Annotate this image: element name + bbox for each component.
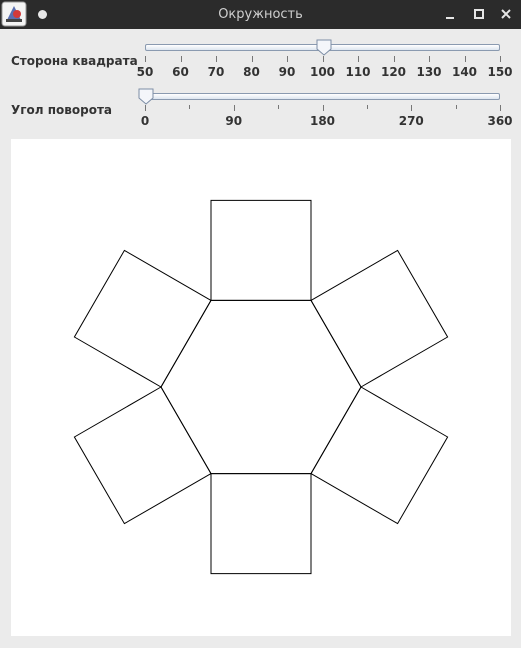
rotation-angle-scale: 0 90 180 270 360 (141, 105, 513, 135)
square-4 (310, 386, 449, 525)
tick-label: 360 (487, 114, 513, 128)
tick-label: 130 (416, 65, 442, 79)
tick-label: 90 (278, 65, 296, 79)
close-button[interactable] (497, 5, 515, 23)
slider-thumb[interactable] (316, 39, 332, 56)
major-tick (145, 56, 146, 62)
tick-label: 50 (136, 65, 154, 79)
square-1 (73, 249, 212, 388)
major-tick (500, 105, 501, 111)
major-tick (180, 56, 182, 62)
title-bar[interactable]: Окружность (0, 0, 521, 29)
major-tick (393, 56, 395, 62)
side-length-scale: 50 60 70 80 90 100 110 120 130 140 150 (137, 56, 513, 86)
major-tick (322, 56, 324, 62)
major-tick (145, 105, 146, 111)
slider-track[interactable] (145, 93, 500, 100)
minor-tick (366, 105, 368, 109)
side-length-label: Сторона квадрата (11, 54, 138, 68)
major-tick (429, 56, 430, 62)
minor-tick (278, 105, 280, 109)
major-tick (322, 105, 324, 111)
major-tick (251, 56, 253, 62)
major-tick (411, 105, 413, 111)
tick-label: 110 (345, 65, 371, 79)
square-6 (73, 386, 212, 525)
major-tick (216, 56, 217, 62)
tick-label: 120 (380, 65, 407, 79)
tick-label: 70 (207, 65, 225, 79)
major-tick (464, 56, 466, 62)
square-5 (210, 473, 312, 575)
minor-tick (455, 105, 457, 109)
tick-label: 100 (309, 65, 336, 79)
maximize-icon (474, 9, 484, 19)
minimize-icon (446, 17, 454, 19)
minimize-button[interactable] (441, 5, 459, 23)
rotation-angle-label: Угол поворота (11, 103, 112, 117)
tick-label: 270 (398, 114, 424, 128)
tick-label: 140 (451, 65, 478, 79)
minor-tick (189, 105, 191, 109)
hexagon (160, 299, 362, 475)
square-2 (210, 199, 312, 301)
close-icon (501, 9, 511, 19)
square-3 (310, 249, 449, 388)
tick-label: 80 (243, 65, 260, 79)
tick-label: 90 (225, 114, 243, 128)
maximize-button[interactable] (470, 5, 488, 23)
hexagon-squares-figure (73, 199, 449, 575)
side-length-slider[interactable] (145, 39, 500, 56)
rotation-angle-slider[interactable] (138, 88, 500, 105)
tick-label: 0 (140, 114, 150, 128)
tick-label: 150 (487, 65, 513, 79)
major-tick (358, 56, 359, 62)
major-tick (287, 56, 288, 62)
tick-label: 60 (172, 65, 189, 79)
drawing-canvas (11, 139, 511, 636)
slider-thumb[interactable] (138, 88, 154, 105)
major-tick (500, 56, 501, 62)
major-tick (233, 105, 235, 111)
tick-label: 180 (309, 114, 336, 128)
